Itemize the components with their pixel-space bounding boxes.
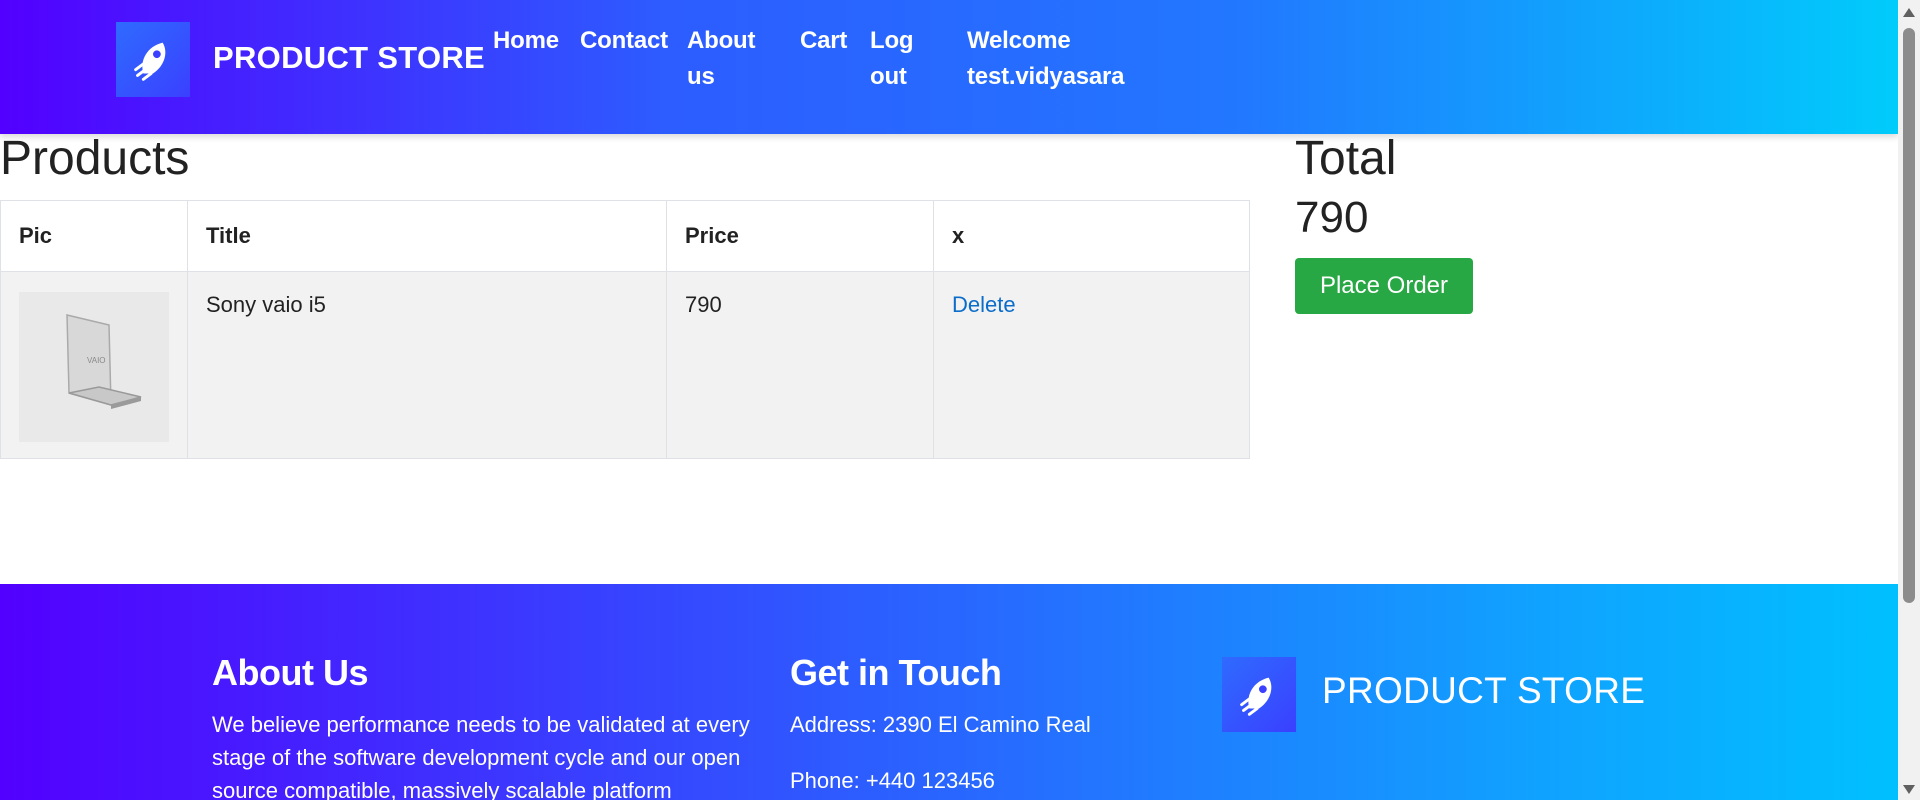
column-header-title: Title	[187, 200, 667, 272]
top-navbar: PRODUCT STORE Home Contact About us Cart…	[0, 0, 1898, 134]
cart-table: Pic Title Price x VAIO Sony vaio i5 790	[0, 200, 1250, 459]
vertical-scrollbar[interactable]	[1898, 0, 1920, 800]
table-row: VAIO Sony vaio i5 790 Delete	[0, 271, 1250, 459]
product-price-cell: 790	[666, 271, 934, 459]
column-header-price: Price	[666, 200, 934, 272]
nav-about-link[interactable]: About us	[687, 23, 767, 95]
total-heading: Total	[1295, 132, 1397, 185]
nav-contact-link[interactable]: Contact	[580, 23, 668, 59]
footer: About Us We believe performance needs to…	[0, 584, 1898, 803]
column-header-x: x	[933, 200, 1250, 272]
footer-address: Address: 2390 El Camino Real	[790, 712, 1091, 737]
footer-about-text: We believe performance needs to be valid…	[212, 712, 750, 803]
scroll-down-arrow-icon[interactable]	[1903, 785, 1915, 794]
column-header-pic: Pic	[0, 200, 188, 272]
delete-link[interactable]: Delete	[952, 292, 1016, 317]
table-header-row: Pic Title Price x	[0, 200, 1250, 272]
svg-text:VAIO: VAIO	[87, 356, 106, 365]
products-heading: Products	[0, 132, 190, 185]
scroll-up-arrow-icon[interactable]	[1903, 8, 1915, 17]
footer-logo-icon	[1222, 657, 1296, 732]
footer-brand: PRODUCT STORE	[1322, 670, 1646, 711]
nav-logout-link[interactable]: Log out	[870, 23, 920, 95]
place-order-button[interactable]: Place Order	[1295, 258, 1473, 314]
footer-contact-title: Get in Touch	[790, 652, 1002, 693]
footer-phone: Phone: +440 123456	[790, 768, 995, 793]
total-amount: 790	[1295, 193, 1369, 242]
brand-logo-icon[interactable]	[116, 22, 190, 97]
nav-cart-link[interactable]: Cart	[800, 23, 847, 59]
product-pic-cell: VAIO	[0, 271, 188, 459]
footer-about-title: About Us	[212, 652, 368, 693]
nav-home-link[interactable]: Home	[493, 23, 559, 59]
nav-welcome-user[interactable]: Welcome test.vidyasara	[967, 23, 1127, 95]
product-action-cell: Delete	[933, 271, 1250, 459]
laptop-product-image: VAIO	[19, 292, 169, 442]
product-title-cell: Sony vaio i5	[187, 271, 667, 459]
brand-title[interactable]: PRODUCT STORE	[213, 40, 485, 76]
scrollbar-thumb[interactable]	[1903, 28, 1915, 603]
